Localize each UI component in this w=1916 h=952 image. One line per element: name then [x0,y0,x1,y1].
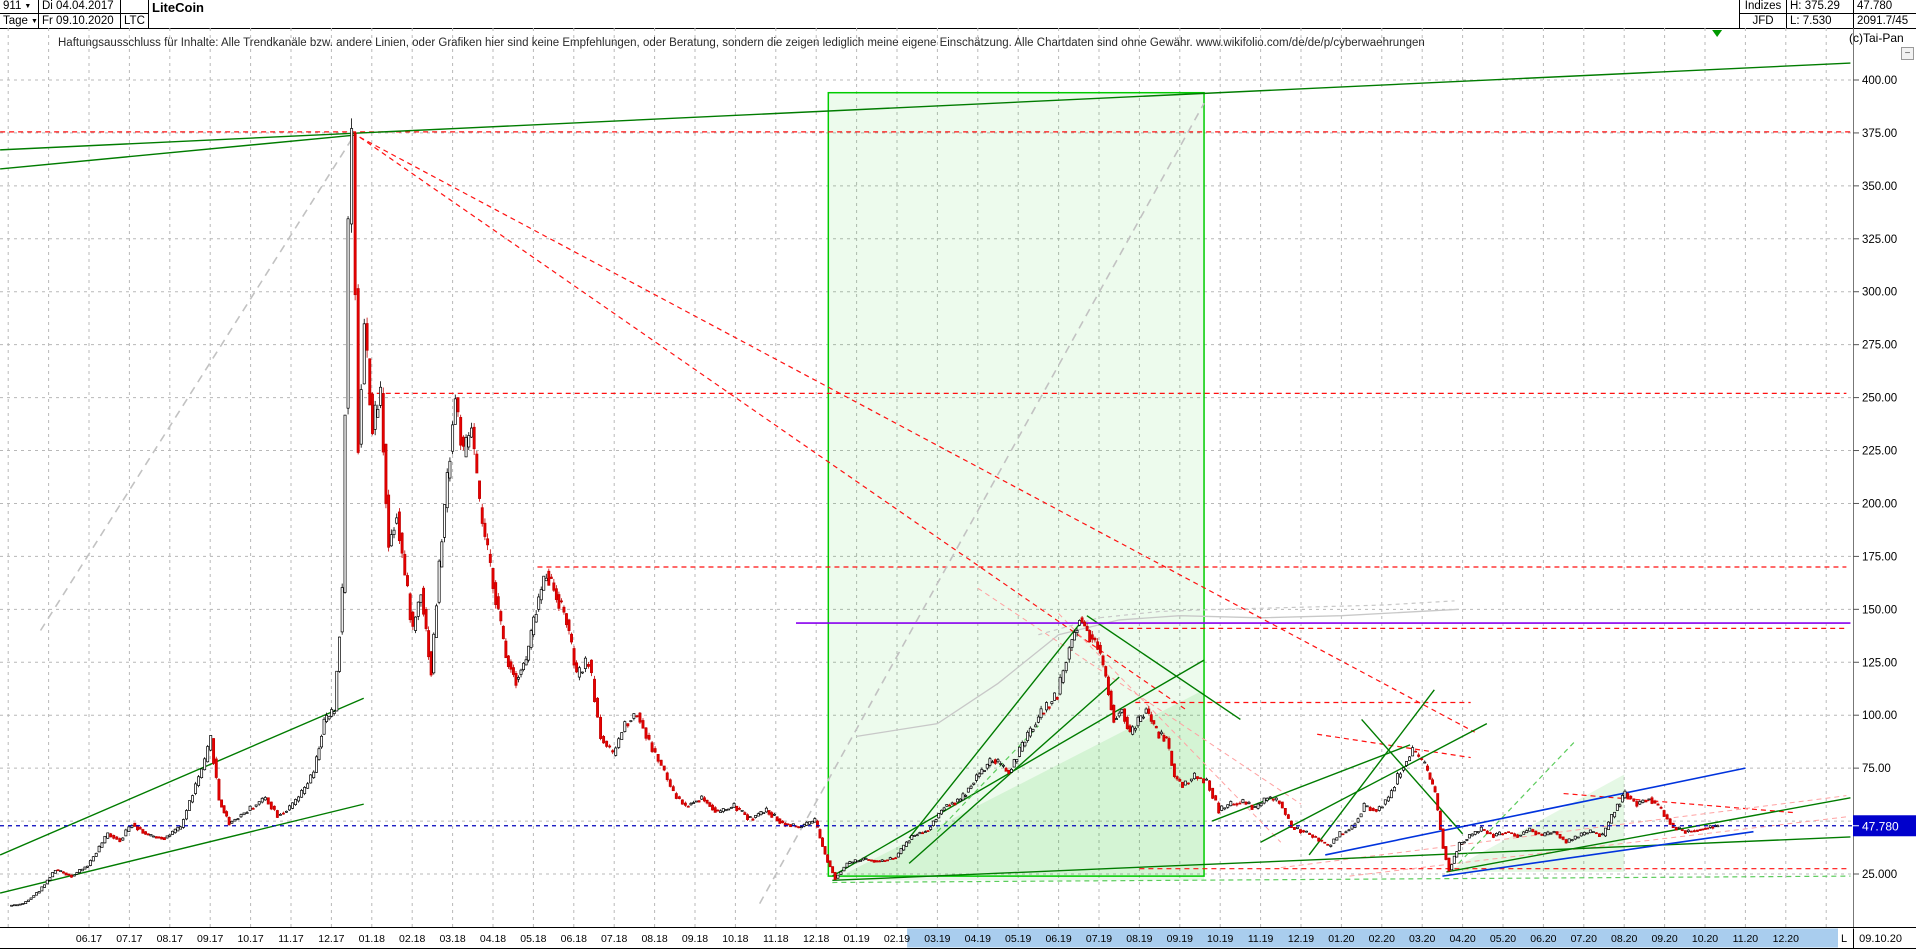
x-axis-label: 02.18 [399,933,425,945]
x-axis-label: 11.18 [763,933,789,945]
x-axis-label: 11.17 [278,933,304,945]
x-axis-label: 06.20 [1530,933,1556,945]
x-axis-label: 03.20 [1409,933,1435,945]
green-wedge [1446,774,1625,872]
y-axis-label: 300.00 [1862,287,1897,299]
y-axis-label: 250.00 [1862,393,1897,405]
disclaimer-text: Haftungsausschluss für Inhalte: Alle Tre… [58,37,1425,49]
y-axis-label: 175.00 [1862,551,1897,563]
x-axis-label: 05.20 [1490,933,1516,945]
x-axis-label: 10.20 [1692,933,1718,945]
price-chart[interactable]: 400.00 375.00 350.00 325.00 300.00 275.00 250.… [0,0,1916,952]
y-axis-label: 100.00 [1862,710,1897,722]
x-axis-label: 08.18 [641,933,667,945]
x-axis-label: 01.20 [1328,933,1354,945]
tai-pan-copyright: (c)Tai-Pan [1849,31,1904,45]
y-axis-label: 400.00 [1862,75,1897,87]
x-axis-label: 04.20 [1449,933,1475,945]
x-axis-label: 01.19 [843,933,869,945]
x-axis-label: 01.18 [359,933,385,945]
x-axis-label: 12.20 [1773,933,1799,945]
x-axis-label: 06.18 [561,933,587,945]
current-price-tag: 47.780 [1853,815,1916,837]
x-axis-label: 03.18 [439,933,465,945]
x-axis-label: 10.18 [722,933,748,945]
x-axis-label: 09.19 [1167,933,1193,945]
x-axis-label: 07.17 [116,933,142,945]
y-axis-label: 275.00 [1862,340,1897,352]
x-axis-label: 09.18 [682,933,708,945]
x-axis-label: 12.19 [1288,933,1314,945]
x-axis-label: 10.17 [237,933,263,945]
x-axis-label: 04.19 [965,933,991,945]
y-axis-label: 225.00 [1862,446,1897,458]
x-axis-label: 08.20 [1611,933,1637,945]
x-axis-label: 07.19 [1086,933,1112,945]
last-date-cell: L 09.10.20 [1841,929,1902,948]
y-axis-label: 200.00 [1862,498,1897,510]
y-axis-label: 150.00 [1862,604,1897,616]
x-axis-label: 09.17 [197,933,223,945]
highlight-regions [827,91,1625,881]
x-axis-label: 03.19 [924,933,950,945]
y-axis: 400.00 375.00 350.00 325.00 300.00 275.00 250.… [1853,28,1897,948]
x-axis-label: 09.20 [1651,933,1677,945]
x-axis-label: 07.18 [601,933,627,945]
current-price-value: 47.780 [1862,819,1899,833]
x-axis-label: 05.18 [520,933,546,945]
y-axis-label: 25.000 [1862,869,1897,881]
x-axis-label: 11.19 [1248,933,1274,945]
cell-divider [1853,929,1855,948]
y-axis-label: 325.00 [1862,234,1897,246]
x-axis-label: 04.18 [480,933,506,945]
y-axis-label: 125.00 [1862,657,1897,669]
marker-triangle-icon [1712,30,1723,37]
last-date: 09.10.20 [1859,932,1902,945]
collapse-panel-button[interactable]: − [1901,47,1914,60]
x-axis-label: 08.19 [1126,933,1152,945]
last-label: L [1841,932,1848,945]
y-axis-label: 75.00 [1862,763,1891,775]
latest-bar-marker [1712,30,1723,37]
x-axis-label: 10.19 [1207,933,1233,945]
x-axis-label: 12.18 [803,933,829,945]
x-axis-label: 02.19 [884,933,910,945]
x-axis-label: 02.20 [1369,933,1395,945]
x-axis-label: 11.20 [1733,933,1759,945]
x-axis-label: 05.19 [1005,933,1031,945]
x-axis-label: 06.19 [1045,933,1071,945]
y-axis-label: 375.00 [1862,128,1897,140]
x-axis-label: 12.17 [318,933,344,945]
tai-pan-chart-window: { "window": { "bars": "911", "period": "… [0,0,1916,952]
x-axis-label: 08.17 [157,933,183,945]
plot-area [0,28,1853,927]
x-axis: 06.17 07.17 08.17 09.17 10.17 11.17 12.17 01.18… [0,927,1916,949]
x-axis-label: 07.20 [1571,933,1597,945]
x-axis-label: 06.17 [76,933,102,945]
y-axis-label: 350.00 [1862,181,1897,193]
